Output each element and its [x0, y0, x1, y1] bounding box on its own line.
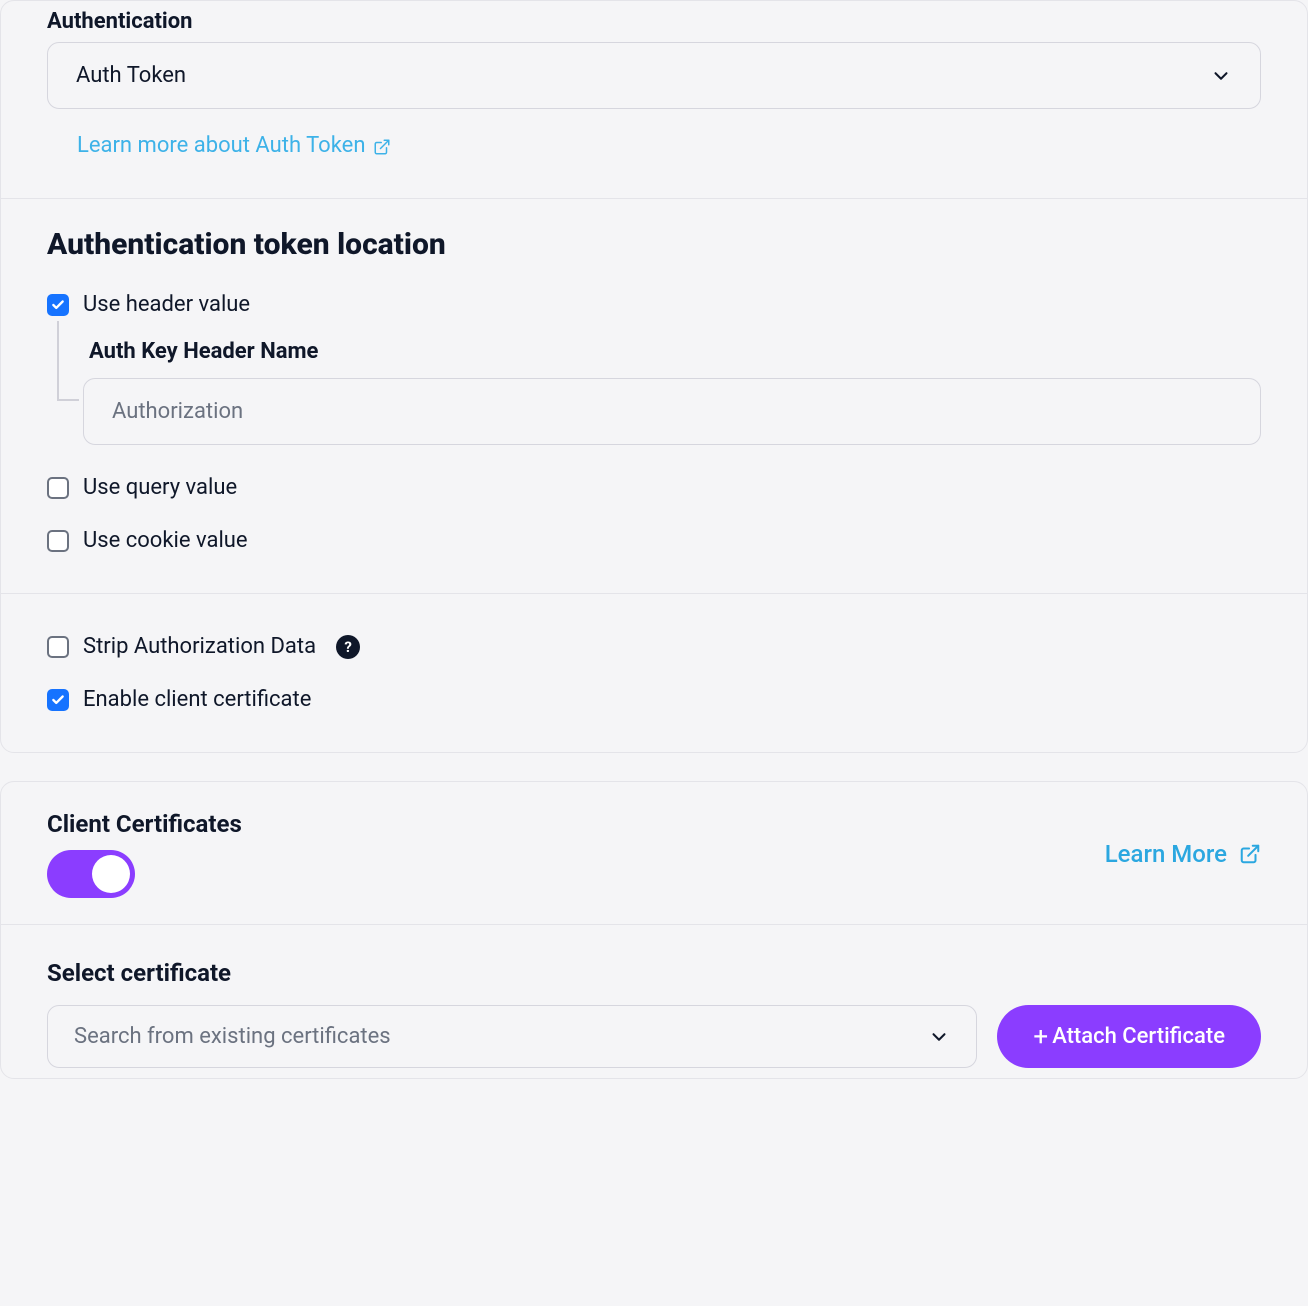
- header-nested-block: Auth Key Header Name: [57, 321, 1261, 445]
- client-certs-header: Client Certificates Learn More: [1, 782, 1307, 925]
- token-location-heading: Authentication token location: [47, 227, 1261, 262]
- chevron-down-icon: [928, 1026, 950, 1048]
- certificate-select-row: Search from existing certificates + Atta…: [47, 1005, 1261, 1068]
- use-header-row: Use header value: [47, 292, 1261, 317]
- auth-type-value: Auth Token: [76, 63, 186, 88]
- enable-client-cert-label: Enable client certificate: [83, 687, 311, 712]
- attach-certificate-button[interactable]: + Attach Certificate: [997, 1005, 1261, 1068]
- strip-auth-row: Strip Authorization Data ?: [47, 634, 1261, 659]
- options-section: Strip Authorization Data ? Enable client…: [1, 594, 1307, 752]
- external-link-icon: [1239, 843, 1261, 865]
- auth-key-header-label: Auth Key Header Name: [89, 339, 1261, 364]
- certificate-select-placeholder: Search from existing certificates: [74, 1024, 391, 1049]
- learn-more-auth-link[interactable]: Learn more about Auth Token: [77, 133, 391, 158]
- auth-panel: Authentication Auth Token Learn more abo…: [0, 0, 1308, 753]
- plus-icon: +: [1033, 1024, 1048, 1050]
- learn-more-auth-text: Learn more about Auth Token: [77, 133, 365, 158]
- use-query-checkbox[interactable]: [47, 477, 69, 499]
- client-certs-body: Select certificate Search from existing …: [1, 925, 1307, 1078]
- use-header-checkbox[interactable]: [47, 294, 69, 316]
- use-cookie-row: Use cookie value: [47, 528, 1261, 553]
- use-cookie-checkbox[interactable]: [47, 530, 69, 552]
- client-certs-title: Client Certificates: [47, 810, 242, 838]
- help-icon[interactable]: ?: [336, 635, 360, 659]
- use-cookie-label: Use cookie value: [83, 528, 248, 553]
- select-certificate-label: Select certificate: [47, 959, 1261, 987]
- client-certs-panel: Client Certificates Learn More Select ce…: [0, 781, 1308, 1079]
- auth-key-header-input[interactable]: [83, 378, 1261, 445]
- chevron-down-icon: [1210, 65, 1232, 87]
- certificate-select[interactable]: Search from existing certificates: [47, 1005, 977, 1068]
- authentication-section: Authentication Auth Token Learn more abo…: [1, 1, 1307, 199]
- external-link-icon: [373, 137, 391, 155]
- strip-auth-label: Strip Authorization Data: [83, 634, 316, 659]
- attach-certificate-label: Attach Certificate: [1052, 1024, 1225, 1049]
- authentication-label: Authentication: [47, 9, 1261, 34]
- client-certs-learn-more-text: Learn More: [1105, 840, 1227, 868]
- enable-client-cert-checkbox[interactable]: [47, 689, 69, 711]
- client-certs-title-block: Client Certificates: [47, 810, 242, 898]
- toggle-knob: [92, 855, 130, 893]
- client-certs-toggle[interactable]: [47, 850, 135, 898]
- enable-client-cert-row: Enable client certificate: [47, 687, 1261, 712]
- use-header-label: Use header value: [83, 292, 250, 317]
- use-query-label: Use query value: [83, 475, 237, 500]
- auth-type-select[interactable]: Auth Token: [47, 42, 1261, 109]
- use-query-row: Use query value: [47, 475, 1261, 500]
- client-certs-learn-more-link[interactable]: Learn More: [1105, 840, 1261, 868]
- strip-auth-checkbox[interactable]: [47, 636, 69, 658]
- token-location-section: Authentication token location Use header…: [1, 227, 1307, 594]
